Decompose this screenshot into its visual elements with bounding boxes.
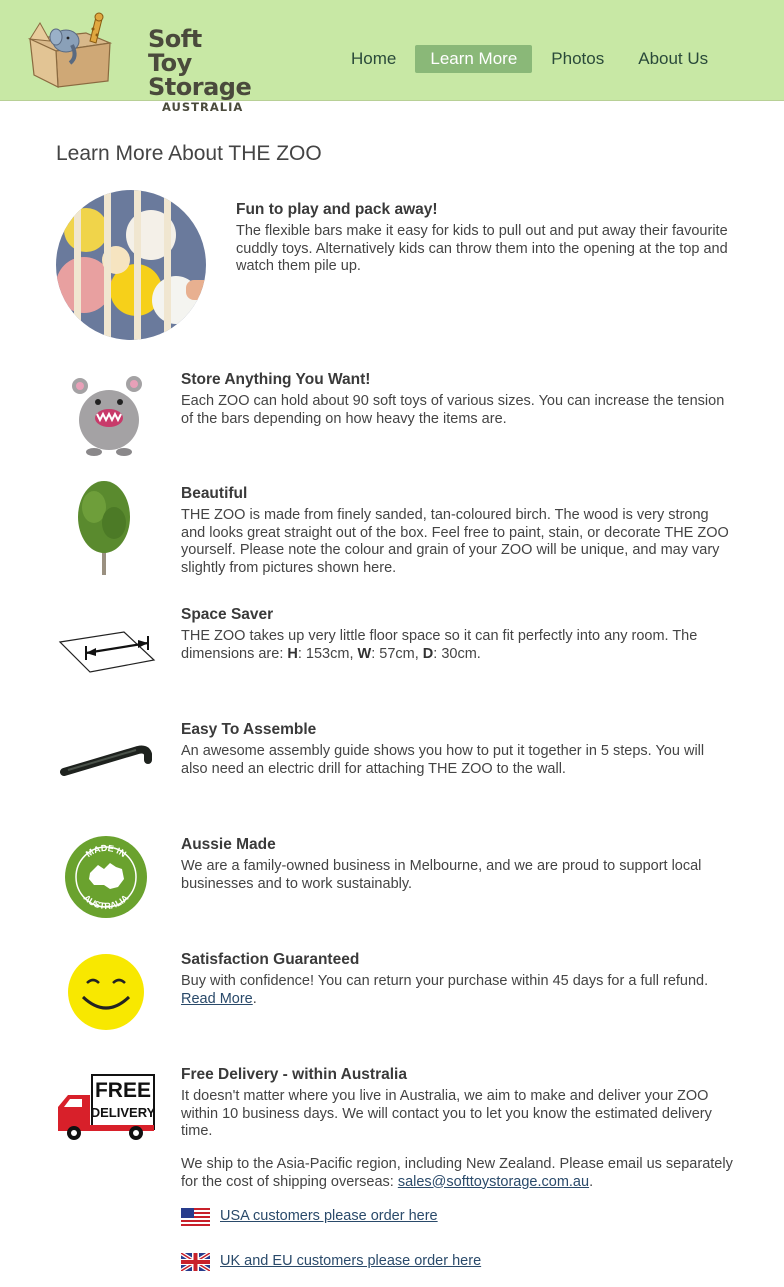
nav-photos[interactable]: Photos (536, 45, 619, 73)
made-in-australia-badge-icon: MADE IN AUSTRALIA (65, 836, 147, 918)
height-label: H (287, 645, 298, 662)
usa-order-link[interactable]: USA customers please order here (220, 1208, 438, 1226)
width-label: W (357, 645, 372, 662)
feature-title: Aussie Made (181, 836, 276, 853)
read-more-link[interactable]: Read More (181, 991, 253, 1007)
shipping-body: We ship to the Asia-Pacific region, incl… (181, 1156, 733, 1191)
feature-body: It doesn't matter where you live in Aust… (181, 1087, 712, 1140)
site-logo[interactable]: Soft Toy Storage AUSTRALIA (26, 11, 252, 114)
feature-text: Store Anything You Want! Each ZOO can ho… (181, 371, 733, 428)
uk-eu-order-link[interactable]: UK and EU customers please order here (220, 1253, 481, 1271)
feature-text: Satisfaction Guaranteed Buy with confide… (181, 951, 733, 1008)
uk-eu-order-row: UK and EU customers please order here (181, 1252, 481, 1272)
main-nav: Home Learn More Photos About Us (336, 45, 727, 73)
logo-wordmark: Soft Toy Storage AUSTRALIA (148, 25, 252, 114)
sales-email-link[interactable]: sales@softtoystorage.com.au (398, 1174, 589, 1190)
feature-title: Satisfaction Guaranteed (181, 951, 360, 968)
us-flag-icon (181, 1208, 210, 1226)
plush-monster-icon (72, 376, 142, 456)
feature-title: Easy To Assemble (181, 721, 317, 738)
uk-flag-icon (181, 1253, 210, 1271)
page-title: Learn More About THE ZOO (56, 142, 322, 165)
feature-title: Fun to play and pack away! (236, 201, 438, 218)
feature-text: Space Saver THE ZOO takes up very little… (181, 606, 733, 663)
feature-body: Buy with confidence! You can return your… (181, 973, 733, 1008)
truck-delivery-text: DELIVERY (91, 1105, 156, 1120)
logo-line-1: Soft Toy (148, 25, 202, 77)
feature-title: Beautiful (181, 485, 248, 502)
feature-text: Free Delivery - within Australia It does… (181, 1066, 733, 1191)
smiley-face-icon (68, 954, 144, 1030)
toys-in-zoo-photo-icon (56, 190, 206, 340)
feature-text: Fun to play and pack away! The flexible … (236, 201, 731, 276)
feature-body: We are a family-owned business in Melbou… (181, 857, 702, 892)
feature-text: Easy To Assemble An awesome assembly gui… (181, 721, 733, 778)
feature-text: Aussie Made We are a family-owned busine… (181, 836, 733, 893)
logo-line-2: Storage (148, 73, 252, 101)
depth-label: D (422, 645, 434, 662)
feature-body: THE ZOO is made from finely sanded, tan-… (181, 506, 729, 576)
period: . (252, 990, 257, 1007)
feature-body: The flexible bars make it easy for kids … (236, 222, 728, 275)
feature-title: Space Saver (181, 606, 274, 623)
feature-title: Free Delivery - within Australia (181, 1066, 407, 1083)
floor-dimensions-icon (58, 631, 156, 673)
site-header: Soft Toy Storage AUSTRALIA Home Learn Mo… (0, 0, 784, 114)
allen-key-icon (60, 745, 152, 776)
period: . (589, 1173, 594, 1190)
feature-title: Store Anything You Want! (181, 371, 371, 388)
feature-text: Beautiful THE ZOO is made from finely sa… (181, 485, 733, 578)
depth-value: : 30cm. (433, 645, 481, 662)
width-value: : 57cm, (371, 645, 423, 662)
birch-tree-icon (78, 481, 130, 575)
height-value: : 153cm, (297, 645, 358, 662)
logo-line-3: AUSTRALIA (162, 100, 244, 114)
nav-learn-more[interactable]: Learn More (415, 45, 533, 73)
toy-box-logo-icon (27, 12, 113, 88)
feature-body: Each ZOO can hold about 90 soft toys of … (181, 392, 725, 427)
nav-about-us[interactable]: About Us (623, 45, 723, 73)
usa-order-row: USA customers please order here (181, 1207, 438, 1227)
truck-free-text: FREE (95, 1079, 151, 1102)
feature-body: An awesome assembly guide shows you how … (181, 742, 705, 777)
refund-text: Buy with confidence! You can return your… (181, 972, 709, 989)
feature-body: THE ZOO takes up very little floor space… (181, 628, 733, 663)
delivery-truck-icon: FREE DELIVERY (58, 1074, 156, 1140)
nav-home[interactable]: Home (336, 45, 411, 73)
